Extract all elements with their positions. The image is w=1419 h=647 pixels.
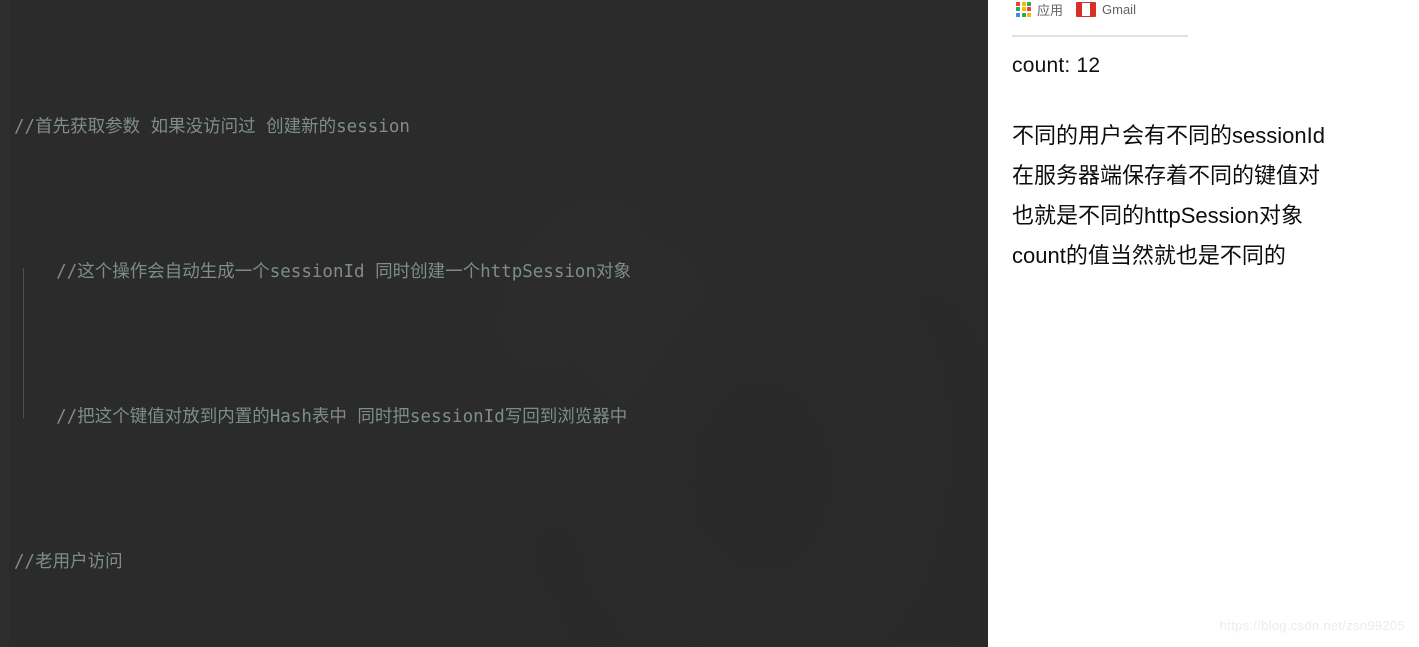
code-editor-pane[interactable]: //首先获取参数 如果没访问过 创建新的session //这个操作会自动生成一… [0,0,988,647]
bookmark-apps[interactable]: 应用 [1016,0,1063,19]
code-content[interactable]: //首先获取参数 如果没访问过 创建新的session //这个操作会自动生成一… [0,0,988,647]
comment-text: //老用户访问 [14,552,123,573]
code-line-2[interactable]: //这个操作会自动生成一个sessionId 同时创建一个httpSession… [14,254,988,290]
comment-text: //首先获取参数 如果没访问过 创建新的session [14,116,410,137]
browser-pane[interactable]: 应用 Gmail count: 12 不同的用户会有不同的sessionId 在… [988,0,1419,647]
note-line-1: 不同的用户会有不同的sessionId [1012,123,1325,148]
note-line-2: 在服务器端保存着不同的键值对 [1012,163,1321,188]
code-line-3[interactable]: //把这个键值对放到内置的Hash表中 同时把sessionId写回到浏览器中 [14,399,988,435]
code-line-1[interactable]: //首先获取参数 如果没访问过 创建新的session [14,109,988,145]
comment-text: //把这个键值对放到内置的Hash表中 同时把sessionId写回到浏览器中 [56,407,628,428]
bookmarks-bar[interactable]: 应用 Gmail [988,0,1136,28]
page-content: count: 12 不同的用户会有不同的sessionId 在服务器端保存着不同… [1012,54,1403,276]
note-line-4: count的值当然就也是不同的 [1012,243,1286,268]
bookmark-label: Gmail [1102,1,1136,17]
watermark: https://blog.csdn.net/zsn99205 [1219,618,1405,633]
code-line-4[interactable]: //老用户访问 [14,544,988,580]
note-line-3: 也就是不同的httpSession对象 [1012,203,1303,228]
comment-text: //这个操作会自动生成一个sessionId 同时创建一个httpSession… [56,262,631,283]
bookmark-gmail[interactable]: Gmail [1076,1,1136,17]
gmail-icon [1076,1,1097,17]
bookmarks-divider [1012,35,1188,37]
annotation-notes: 不同的用户会有不同的sessionId 在服务器端保存着不同的键值对 也就是不同… [1012,116,1403,276]
apps-grid-icon [1016,1,1031,17]
count-output: count: 12 [1012,54,1101,77]
screenshot-root: //首先获取参数 如果没访问过 创建新的session //这个操作会自动生成一… [0,0,1419,647]
bookmark-label: 应用 [1037,2,1064,18]
